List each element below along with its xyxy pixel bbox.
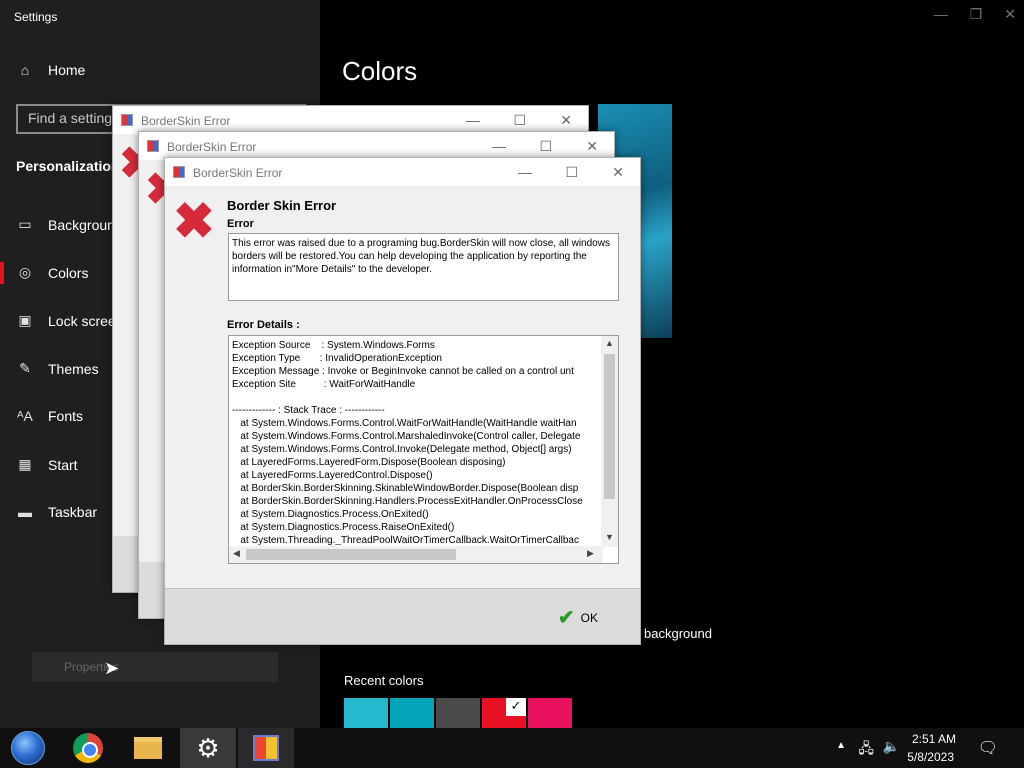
nav-item-label: Fonts xyxy=(48,408,84,424)
section-title: Personalization xyxy=(16,158,120,174)
app-title: Settings xyxy=(14,10,58,24)
maximize-icon[interactable]: ☐ xyxy=(513,112,526,129)
explorer-taskbar-button[interactable] xyxy=(120,728,176,768)
borderskin-taskbar-button[interactable] xyxy=(238,728,294,768)
app-icon xyxy=(121,114,133,126)
error-dialog: BorderSkin Error — ☐ ✕ ✖ Border Skin Err… xyxy=(164,157,641,645)
dialog-title: BorderSkin Error xyxy=(193,166,283,180)
scroll-thumb[interactable] xyxy=(604,354,615,499)
window-controls: — ❐ ✕ xyxy=(934,6,1016,23)
volume-icon[interactable]: 🔈 xyxy=(883,738,900,755)
details-label: Error Details : xyxy=(227,319,300,331)
nav-item-themes[interactable]: ✎ Themes xyxy=(16,360,99,377)
palette-icon: ◎ xyxy=(18,264,32,280)
ok-button[interactable]: ✔ OK xyxy=(558,605,598,630)
windows-logo-icon xyxy=(11,731,45,765)
color-swatch[interactable] xyxy=(390,698,434,728)
properties-button[interactable]: Properties xyxy=(32,652,278,682)
network-icon[interactable]: 🖧 xyxy=(858,738,874,762)
chrome-taskbar-button[interactable] xyxy=(60,728,116,768)
dialog-title: BorderSkin Error xyxy=(167,140,257,154)
nav-item-start[interactable]: ▦ Start xyxy=(16,456,78,473)
checkmark-icon: ✔ xyxy=(557,607,575,629)
scroll-right-icon[interactable]: ▶ xyxy=(587,548,594,559)
restore-icon[interactable]: ❐ xyxy=(970,6,983,23)
themes-icon: ✎ xyxy=(19,360,31,376)
close-icon[interactable]: ✕ xyxy=(586,138,598,155)
scroll-up-icon[interactable]: ▲ xyxy=(605,338,614,348)
horizontal-scrollbar[interactable]: ◀ ▶ xyxy=(229,546,603,563)
dialog-footer: ✔ OK xyxy=(165,588,640,644)
scroll-thumb[interactable] xyxy=(246,549,456,560)
nav-item-label: Themes xyxy=(48,360,99,377)
clock-date[interactable]: 5/8/2023 xyxy=(907,750,954,764)
nav-item-label: Taskbar xyxy=(48,504,98,520)
error-details-text: Exception Source : System.Windows.Forms … xyxy=(232,340,583,545)
minimize-icon[interactable]: — xyxy=(934,6,948,23)
dialog-titlebar: BorderSkin Error — ☐ ✕ xyxy=(139,132,614,160)
color-swatch-selected[interactable]: ✓ xyxy=(482,698,526,728)
close-icon[interactable]: ✕ xyxy=(612,164,624,181)
lock-screen-icon: ▣ xyxy=(18,312,32,328)
nav-item-background[interactable]: ▭ Background xyxy=(16,216,122,233)
nav-item-label: Start xyxy=(48,456,78,473)
nav-item-lock-screen[interactable]: ▣ Lock screen xyxy=(16,312,123,329)
color-swatch[interactable] xyxy=(344,698,388,728)
checkmark-icon: ✓ xyxy=(506,698,526,716)
maximize-icon[interactable]: ☐ xyxy=(539,138,552,155)
app-icon xyxy=(173,166,185,178)
vertical-scrollbar[interactable]: ▲ ▼ xyxy=(601,336,618,547)
color-swatch[interactable] xyxy=(436,698,480,728)
home-icon: ⌂ xyxy=(20,62,30,78)
nav-item-label: Colors xyxy=(48,264,89,281)
gear-icon: ⚙ xyxy=(196,732,220,763)
color-swatch[interactable] xyxy=(528,698,572,728)
close-icon[interactable]: ✕ xyxy=(1004,6,1016,23)
chrome-icon xyxy=(73,733,103,763)
system-tray: ▲ 🖧 🔈 2:51 AM 5/8/2023 🗨 xyxy=(804,728,1024,768)
image-icon: ▭ xyxy=(18,216,32,232)
selected-indicator xyxy=(0,262,4,284)
clock-time[interactable]: 2:51 AM xyxy=(912,732,956,746)
dialog-subheading: Error xyxy=(227,218,254,230)
dialog-heading: Border Skin Error xyxy=(227,198,337,213)
nav-home[interactable]: ⌂ Home xyxy=(16,62,86,78)
background-option-label: background xyxy=(644,626,712,641)
nav-item-colors[interactable]: ◎ Colors xyxy=(16,264,89,281)
cursor-icon: ➤ xyxy=(104,658,120,678)
recent-colors-title: Recent colors xyxy=(344,673,424,688)
nav-home-label: Home xyxy=(48,62,86,78)
dialog-titlebar: BorderSkin Error — ☐ ✕ xyxy=(165,158,640,186)
page-title: Colors xyxy=(342,56,418,86)
settings-taskbar-button[interactable]: ⚙ xyxy=(180,728,236,768)
minimize-icon[interactable]: — xyxy=(492,138,506,154)
start-icon: ▦ xyxy=(18,456,32,472)
scroll-down-icon[interactable]: ▼ xyxy=(605,532,614,542)
error-details-textbox[interactable]: Exception Source : System.Windows.Forms … xyxy=(228,335,619,564)
taskbar-icon: ▬ xyxy=(18,504,32,520)
dialog-titlebar: BorderSkin Error — ☐ ✕ xyxy=(113,106,588,134)
dialog-title: BorderSkin Error xyxy=(141,114,231,128)
notification-icon[interactable]: 🗨 xyxy=(978,738,998,758)
close-icon[interactable]: ✕ xyxy=(560,112,572,129)
error-x-icon: ✖ xyxy=(173,193,215,249)
minimize-icon[interactable]: — xyxy=(518,164,532,180)
minimize-icon[interactable]: — xyxy=(466,112,480,128)
maximize-icon[interactable]: ☐ xyxy=(565,164,578,181)
chevron-up-icon[interactable]: ▲ xyxy=(836,740,846,751)
scroll-left-icon[interactable]: ◀ xyxy=(233,548,240,559)
borderskin-icon xyxy=(253,735,279,761)
error-message-box: This error was raised due to a programin… xyxy=(228,233,619,301)
fonts-icon: ᴬA xyxy=(17,408,33,424)
start-button[interactable] xyxy=(0,728,56,768)
app-icon xyxy=(147,140,159,152)
folder-icon xyxy=(134,737,162,759)
nav-item-taskbar[interactable]: ▬ Taskbar xyxy=(16,504,97,520)
ok-label: OK xyxy=(580,610,598,625)
taskbar: ⚙ ▲ 🖧 🔈 2:51 AM 5/8/2023 🗨 xyxy=(0,728,1024,768)
nav-item-fonts[interactable]: ᴬA Fonts xyxy=(16,408,83,424)
